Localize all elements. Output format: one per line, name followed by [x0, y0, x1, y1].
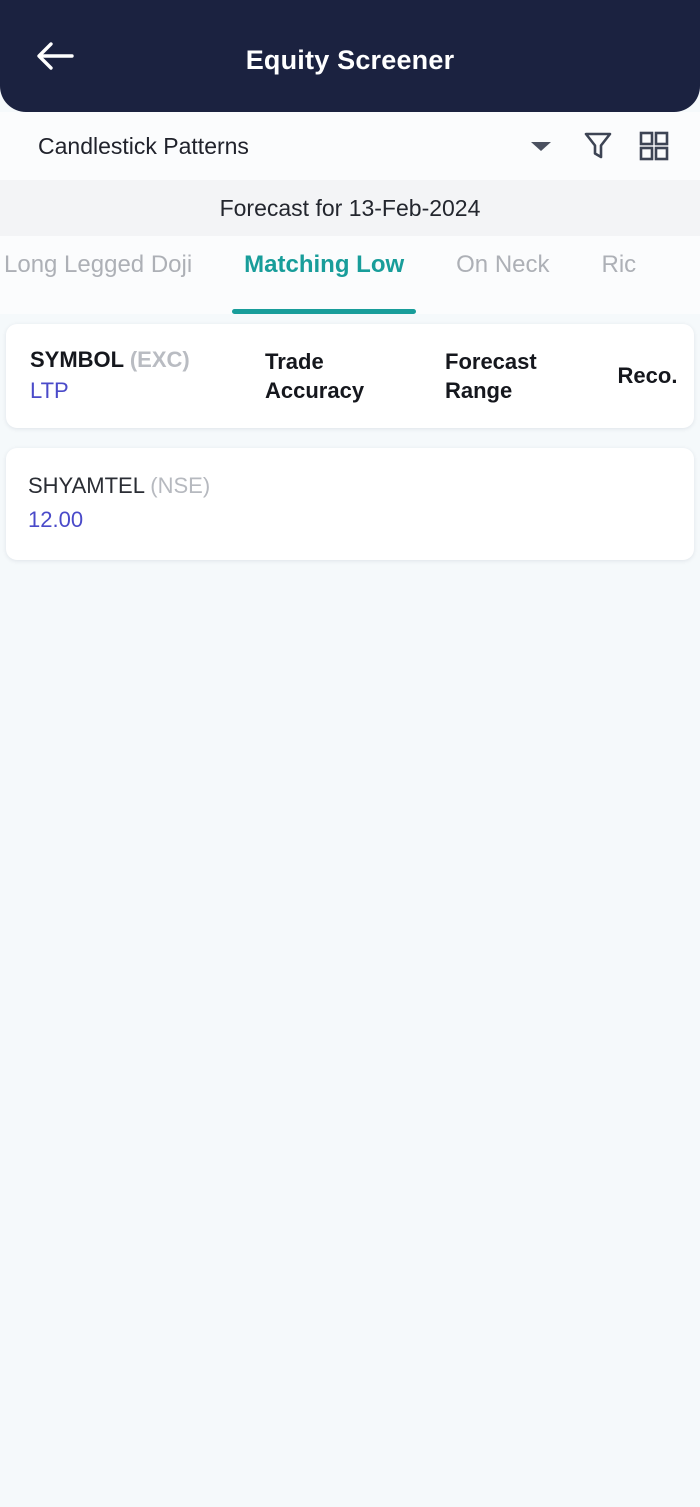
filter-icon[interactable]: [572, 120, 624, 172]
header-cell-trade-accuracy: Trade Accuracy: [265, 347, 445, 405]
table-row[interactable]: SHYAMTEL (NSE) 12.00: [6, 448, 694, 560]
header-ltp-label: LTP: [30, 378, 69, 404]
app-bar: Equity Screener: [0, 0, 700, 112]
row-exchange-value: (NSE): [150, 473, 211, 499]
header-cell-symbol: SYMBOL (EXC) LTP: [30, 346, 265, 406]
tab-label: Matching Low: [244, 251, 405, 278]
row-ltp-value: 12.00: [28, 506, 84, 532]
screen-root: Equity Screener Candlestick Patterns For…: [0, 0, 700, 1507]
header-forecast-range-line1: Forecast: [445, 348, 537, 374]
header-forecast-range-line2: Range: [445, 378, 513, 403]
screener-type-value[interactable]: Candlestick Patterns: [38, 133, 524, 160]
header-symbol-label: SYMBOL: [30, 346, 124, 372]
tab-label: Long Legged Doji: [4, 251, 193, 278]
row-symbol-value: SHYAMTEL: [28, 473, 145, 499]
forecast-date-strip: Forecast for 13-Feb-2024: [0, 180, 700, 236]
arrow-left-icon: [35, 39, 75, 73]
tab-underline: [590, 309, 649, 314]
row-symbol-line: SHYAMTEL (NSE): [28, 472, 263, 501]
screener-selector-row: Candlestick Patterns: [0, 112, 700, 180]
header-trade-accuracy-line2: Accuracy: [265, 378, 365, 403]
tab-label: On Neck: [456, 251, 550, 278]
forecast-date-label: Forecast for 13-Feb-2024: [219, 194, 481, 221]
header-cell-forecast-range: Forecast Range: [445, 347, 615, 405]
page-title: Equity Screener: [245, 44, 455, 75]
header-cell-reco: Reco.: [615, 363, 680, 389]
row-cell-symbol: SHYAMTEL (NSE) 12.00: [28, 472, 263, 535]
header-reco-label: Reco.: [617, 363, 678, 388]
tab-underline: [232, 309, 417, 314]
header-symbol-line: SYMBOL (EXC): [30, 346, 265, 375]
tab-underline: [0, 309, 204, 314]
back-button[interactable]: [28, 29, 82, 83]
tab-long-legged-doji[interactable]: Long Legged Doji: [0, 236, 218, 314]
tab-on-neck[interactable]: On Neck: [430, 236, 575, 314]
tab-underline: [444, 309, 561, 314]
chevron-down-icon[interactable]: [524, 129, 558, 163]
header-trade-accuracy-line1: Trade: [265, 348, 324, 374]
header-exchange-label: (EXC): [129, 346, 190, 372]
grid-view-icon[interactable]: [628, 120, 680, 172]
tab-label: Ric: [601, 251, 637, 278]
screener-content: SYMBOL (EXC) LTP Trade Accuracy Forecast…: [0, 314, 700, 1507]
table-header-card: SYMBOL (EXC) LTP Trade Accuracy Forecast…: [6, 324, 694, 428]
pattern-tabs[interactable]: Long Legged Doji Matching Low On Neck Ri…: [0, 236, 700, 314]
tab-matching-low[interactable]: Matching Low: [218, 236, 430, 314]
tab-ric[interactable]: Ric: [576, 236, 663, 314]
